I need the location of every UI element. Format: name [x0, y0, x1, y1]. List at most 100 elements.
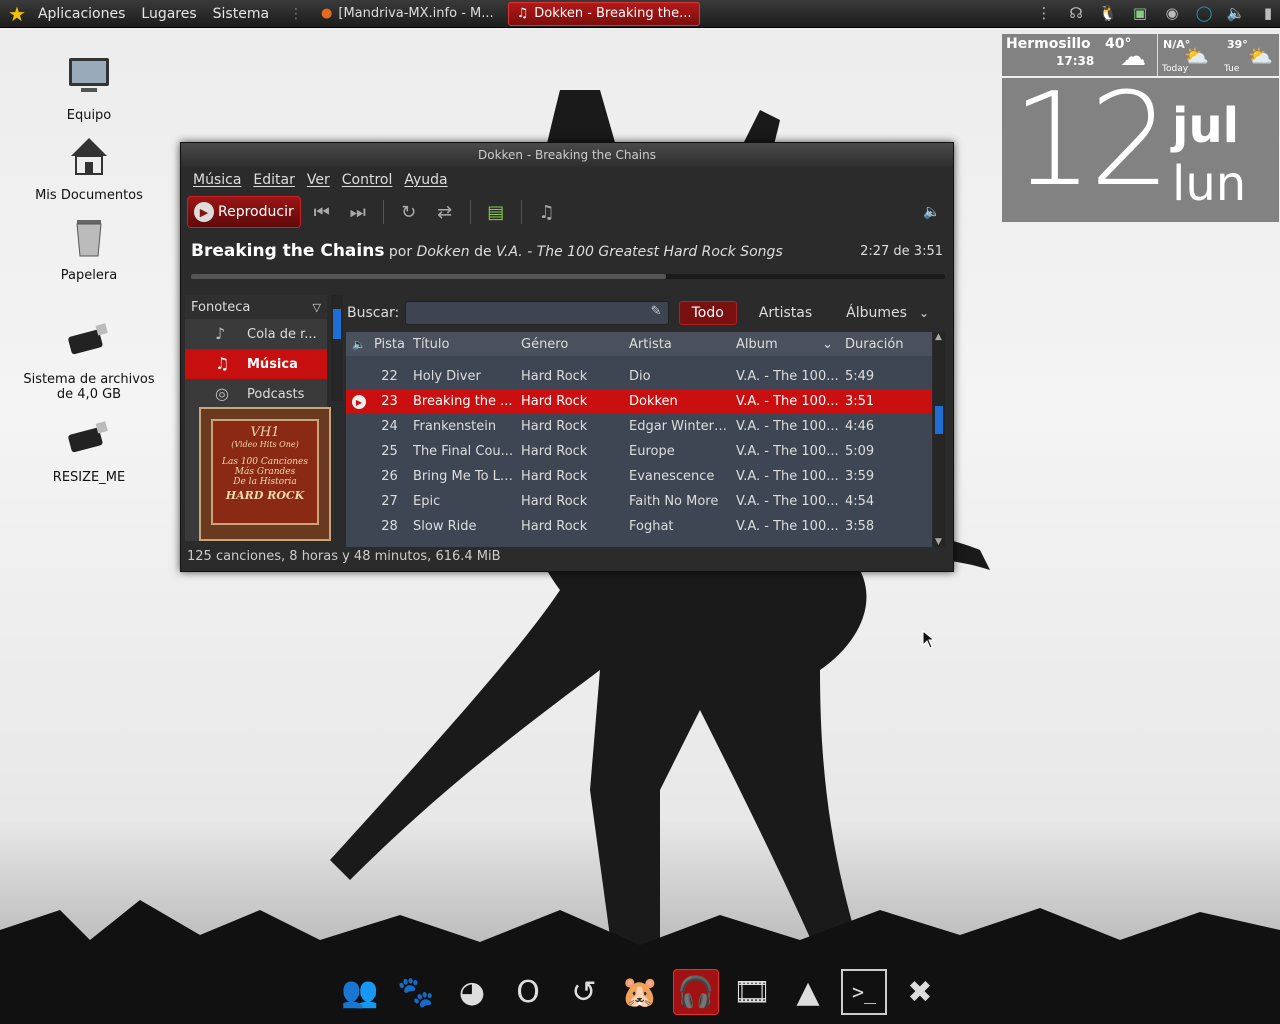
track-list-scroll-thumb[interactable] — [935, 406, 943, 434]
desktop-icon-trash[interactable]: Papelera — [14, 212, 164, 283]
now-playing-info: Breaking the Chains por Dokken de V.A. -… — [191, 241, 783, 261]
sidebar-scrollbar[interactable] — [331, 295, 343, 401]
track-row[interactable]: ▶ 23 Breaking the ... Hard Rock Dokken V.A. -… — [346, 389, 932, 414]
track-row[interactable]: 28 Slow Ride Hard Rock Foghat V.A. - The 100… — [346, 514, 932, 539]
desktop-icon-label: Sistema de archivos de 4,0 GB — [23, 372, 155, 402]
chat-icon[interactable]: ◯ — [1192, 2, 1216, 24]
toolbar-separator — [520, 200, 522, 224]
desktop-icon-home[interactable]: Mis Documentos — [14, 132, 164, 203]
volume-icon: 🔈 — [923, 204, 941, 220]
panel-separator: ⋮ — [289, 5, 304, 22]
star-icon[interactable]: ★ — [0, 2, 30, 26]
album-art-line: HARD ROCK — [225, 489, 305, 502]
column-album-label: Álbum — [736, 336, 778, 352]
search-input[interactable]: ✎ — [405, 301, 669, 325]
track-row[interactable]: 27 Epic Hard Rock Faith No More V.A. - The 1… — [346, 489, 932, 514]
track-genre: Hard Rock — [521, 394, 588, 409]
settings-icon[interactable]: ✖ — [897, 969, 943, 1015]
desktop-icon-usb-drive[interactable]: Sistema de archivos de 4,0 GB — [14, 316, 164, 402]
track-row[interactable]: 24 Frankenstein Hard Rock Edgar Winter ... V… — [346, 414, 932, 439]
track-list-scrollbar[interactable]: ▲ ▼ — [933, 332, 945, 547]
headphones-tray-icon[interactable]: ☊ — [1064, 2, 1088, 24]
track-artist: Foghat — [629, 519, 674, 534]
task-rhythmbox[interactable]: ♫ Dokken - Breaking the... — [507, 1, 701, 26]
track-album: V.A. - The 100... — [736, 469, 839, 484]
column-title[interactable]: Título — [407, 337, 515, 352]
repeat-button[interactable]: ↻ — [394, 197, 424, 227]
album-art: VH1 (Video Hits One) Las 100 Canciones M… — [199, 407, 331, 541]
time-display: 2:27 de 3:51 — [860, 244, 943, 259]
column-album[interactable]: Álbum ⌄ — [730, 337, 839, 352]
column-duration[interactable]: Duración — [839, 337, 929, 352]
menu-music[interactable]: Música — [187, 172, 247, 188]
track-row[interactable]: 22 Holy Diver Hard Rock Dio V.A. - The 100..… — [346, 364, 932, 389]
vlc-icon[interactable]: ▲ — [785, 969, 831, 1015]
tux-icon[interactable]: 🐧 — [1096, 2, 1120, 24]
computer-icon — [69, 58, 109, 92]
scroll-down-icon[interactable]: ▼ — [935, 537, 942, 547]
menu-help[interactable]: Ayuda — [398, 172, 453, 188]
column-artist[interactable]: Artista — [623, 337, 730, 352]
source-label: Música — [247, 356, 298, 372]
toolbar-separator — [382, 200, 384, 224]
track-title: Bring Me To Life — [413, 469, 515, 484]
opera-icon[interactable]: O — [505, 969, 551, 1015]
column-genre[interactable]: Género — [515, 337, 623, 352]
sidebar-scroll-thumb[interactable] — [333, 309, 341, 339]
desktop-icon-label: RESIZE_ME — [52, 470, 126, 485]
menu-control[interactable]: Control — [336, 172, 399, 188]
track-row[interactable]: 26 Bring Me To Life Hard Rock Evanescence V.… — [346, 464, 932, 489]
network-icon[interactable]: ▣ — [1128, 2, 1152, 24]
terminal-icon[interactable]: >_ — [841, 969, 887, 1015]
usb-drive-icon — [68, 421, 108, 453]
track-artist: Dio — [629, 369, 651, 384]
track-album: V.A. - The 100... — [736, 494, 839, 509]
chevron-down-icon[interactable]: ⌄ — [919, 306, 929, 320]
track-genre: Hard Rock — [521, 444, 588, 459]
menu-system[interactable]: Sistema — [205, 6, 277, 22]
desktop-icon-computer[interactable]: Equipo — [14, 52, 164, 123]
speaker-icon[interactable]: 🔈 — [346, 338, 366, 351]
sidebar-header[interactable]: Fonoteca ▽ — [185, 295, 327, 319]
play-icon: ▶ — [194, 202, 214, 222]
people-icon[interactable]: 👥 — [337, 969, 383, 1015]
shuffle-button[interactable]: ⇄ — [430, 197, 460, 227]
column-track[interactable]: Pista — [366, 337, 407, 352]
volume-button[interactable]: 🔈 — [917, 197, 947, 227]
window-menubar: Música Editar Ver Control Ayuda — [181, 167, 953, 193]
pidgin-icon[interactable]: 🐹 — [617, 969, 663, 1015]
refresh-icon[interactable]: ↺ — [561, 969, 607, 1015]
menu-edit[interactable]: Editar — [247, 172, 300, 188]
rhythmbox-icon[interactable]: 🎧 — [673, 969, 719, 1015]
source-play-queue[interactable]: ♪ Cola de r... — [185, 319, 327, 349]
separator-icon: ⋮ — [1036, 4, 1052, 22]
task-firefox[interactable]: ● [Mandriva-MX.info - M... — [313, 2, 502, 26]
source-podcasts[interactable]: ◎ Podcasts — [185, 379, 327, 409]
filter-all[interactable]: Todo — [678, 301, 737, 325]
visualization-button[interactable]: ♫ — [532, 197, 562, 227]
weather-city: Hermosillo — [1006, 36, 1091, 52]
gimp-icon[interactable]: 🐾 — [393, 969, 439, 1015]
update-icon[interactable]: ◉ — [1160, 2, 1184, 24]
video-icon[interactable]: 🎞 — [729, 969, 775, 1015]
play-button[interactable]: ▶ Reproducir — [187, 196, 301, 228]
window-titlebar[interactable]: Dokken - Breaking the Chains — [181, 143, 953, 167]
volume-icon[interactable]: 🔈 — [1224, 2, 1248, 24]
menu-places[interactable]: Lugares — [133, 6, 204, 22]
clear-icon[interactable]: ✎ — [651, 304, 662, 319]
menu-applications[interactable]: Aplicaciones — [30, 6, 133, 22]
browse-button[interactable]: ▤ — [481, 197, 511, 227]
scroll-up-icon[interactable]: ▲ — [935, 332, 942, 342]
seek-slider[interactable] — [191, 274, 945, 279]
next-button[interactable]: ⏭ — [343, 197, 373, 227]
filter-artists[interactable]: Artistas — [747, 302, 824, 324]
firefox-icon[interactable]: ◕ — [449, 969, 495, 1015]
signal-icon[interactable]: ▮ — [1256, 2, 1280, 24]
track-row[interactable]: 25 The Final Cou... Hard Rock Europe V.A. - … — [346, 439, 932, 464]
track-number: 26 — [381, 469, 398, 484]
menu-view[interactable]: Ver — [301, 172, 336, 188]
filter-albums[interactable]: Álbumes — [834, 302, 919, 324]
desktop-icon-usb-drive-2[interactable]: RESIZE_ME — [14, 414, 164, 485]
source-music[interactable]: ♫ Música — [185, 349, 327, 379]
previous-button[interactable]: ⏮ — [307, 197, 337, 227]
